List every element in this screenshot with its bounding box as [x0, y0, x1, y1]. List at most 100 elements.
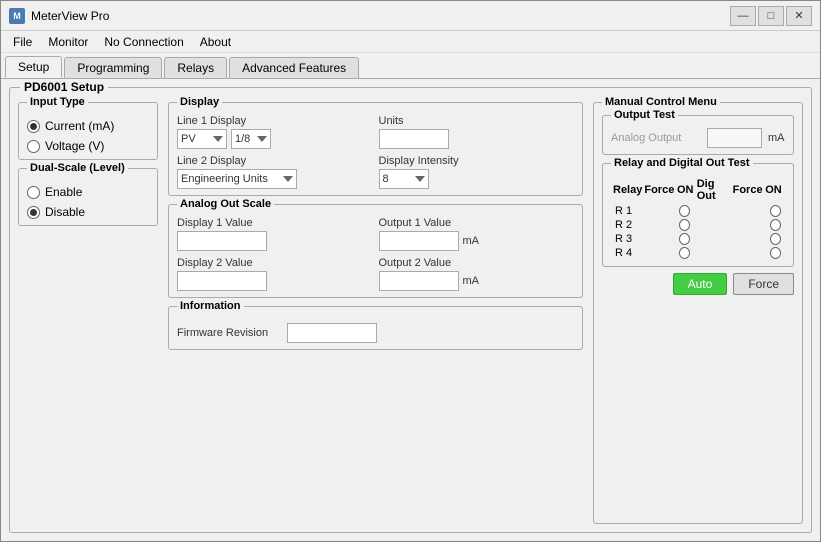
analog-output-unit: mA	[768, 132, 785, 144]
input-current-radio[interactable]	[27, 120, 40, 133]
firmware-label: Firmware Revision	[177, 327, 277, 339]
dual-scale-enable-option[interactable]: Enable	[27, 185, 149, 199]
maximize-button[interactable]: □	[758, 6, 784, 26]
relay-r1-on-radio[interactable]	[679, 205, 690, 217]
analog-scale-grid: Display 1 Value 4.0.0 Output 1 Value 4.0…	[177, 217, 574, 291]
dual-scale-disable-radio[interactable]	[27, 206, 40, 219]
intensity-group: Display Intensity 81234567	[379, 155, 575, 189]
relay-r3-on-radio[interactable]	[679, 233, 690, 245]
minimize-button[interactable]: —	[730, 6, 756, 26]
relay-row-1: R 1	[611, 204, 785, 218]
tab-bar: Setup Programming Relays Advanced Featur…	[1, 53, 820, 79]
display2-label: Display 2 Value	[177, 257, 373, 269]
units-text-input[interactable]: LEVEL	[379, 129, 449, 149]
input-type-options: Current (mA) Voltage (V)	[27, 115, 149, 153]
content-area: PD6001 Setup Input Type Current (mA)	[1, 79, 820, 541]
menu-about[interactable]: About	[192, 33, 239, 51]
relay-header: Relay Force ON Dig Out Force ON	[611, 176, 785, 204]
pd6001-setup-group: PD6001 Setup Input Type Current (mA)	[9, 87, 812, 533]
manual-control-fieldset: Manual Control Menu Output Test Analog O…	[593, 102, 803, 524]
left-panel: Input Type Current (mA) Voltage (V)	[18, 102, 158, 524]
display1-input[interactable]: 4.0.0	[177, 231, 267, 251]
relay-r4-on-radio[interactable]	[679, 247, 690, 259]
tab-advanced-features[interactable]: Advanced Features	[229, 57, 359, 78]
input-voltage-radio[interactable]	[27, 140, 40, 153]
window-controls: — □ ✕	[730, 6, 812, 26]
line1-display-label: Line 1 Display	[177, 115, 373, 127]
analog-output-row: Analog Output 4.000 mA	[611, 128, 785, 148]
relay-row-2: R 2	[611, 218, 785, 232]
tab-setup[interactable]: Setup	[5, 56, 62, 78]
main-layout: Input Type Current (mA) Voltage (V)	[18, 102, 803, 524]
display-fieldset: Display Line 1 Display PVSVDEV 1/81/41/2…	[168, 102, 583, 196]
display1-label: Display 1 Value	[177, 217, 373, 229]
output1-input[interactable]: 4.000	[379, 231, 459, 251]
auto-button[interactable]: Auto	[673, 273, 728, 295]
output2-unit: mA	[463, 275, 480, 287]
display2-group: Display 2 Value 20.0.0	[177, 257, 373, 291]
relay-r4-label: R 4	[615, 247, 642, 259]
line1-display-group: Line 1 Display PVSVDEV 1/81/41/21	[177, 115, 373, 149]
dual-scale-disable-label: Disable	[45, 205, 85, 219]
menu-file[interactable]: File	[5, 33, 40, 51]
dig-r3-on-radio[interactable]	[770, 233, 781, 245]
line2-display-select[interactable]: Engineering UnitsPercentNone	[177, 169, 297, 189]
output1-group: Output 1 Value 4.000 mA	[379, 217, 575, 251]
relay-r2-label: R 2	[615, 219, 642, 231]
right-panel: Manual Control Menu Output Test Analog O…	[593, 102, 803, 524]
dig-r4-on-radio[interactable]	[770, 247, 781, 259]
dual-scale-fieldset: Dual-Scale (Level) Enable Disable	[18, 168, 158, 226]
line2-display-label: Line 2 Display	[177, 155, 373, 167]
tab-relays[interactable]: Relays	[164, 57, 227, 78]
units-group: Units LEVEL	[379, 115, 575, 149]
relay-r1-label: R 1	[615, 205, 642, 217]
dig-r2-on-radio[interactable]	[770, 219, 781, 231]
output2-input[interactable]: 20.000	[379, 271, 459, 291]
line1-input-row: PVSVDEV 1/81/41/21	[177, 129, 373, 149]
input-voltage-label: Voltage (V)	[45, 139, 104, 153]
bottom-buttons: Auto Force	[602, 273, 794, 295]
relay-r2-on-radio[interactable]	[679, 219, 690, 231]
display-legend: Display	[177, 96, 222, 108]
firmware-row: Firmware Revision 3.212	[177, 319, 574, 343]
pd6001-setup-label: PD6001 Setup	[20, 80, 108, 94]
dig-r1-on-radio[interactable]	[770, 205, 781, 217]
display-grid: Line 1 Display PVSVDEV 1/81/41/21	[177, 115, 574, 189]
input-voltage-option[interactable]: Voltage (V)	[27, 139, 149, 153]
relay-col-header: Relay	[613, 184, 642, 196]
close-button[interactable]: ✕	[786, 6, 812, 26]
line2-display-group: Line 2 Display Engineering UnitsPercentN…	[177, 155, 373, 189]
output1-label: Output 1 Value	[379, 217, 575, 229]
relay-row-3: R 3	[611, 232, 785, 246]
intensity-label: Display Intensity	[379, 155, 575, 167]
analog-output-input[interactable]: 4.000	[707, 128, 762, 148]
menu-bar: File Monitor No Connection About	[1, 31, 820, 53]
output-test-legend: Output Test	[611, 109, 678, 121]
relay-dig-out-legend: Relay and Digital Out Test	[611, 157, 753, 169]
output2-label: Output 2 Value	[379, 257, 575, 269]
dual-scale-enable-radio[interactable]	[27, 186, 40, 199]
intensity-select[interactable]: 81234567	[379, 169, 429, 189]
menu-monitor[interactable]: Monitor	[40, 33, 96, 51]
dual-scale-disable-option[interactable]: Disable	[27, 205, 149, 219]
relay-dig-out-fieldset: Relay and Digital Out Test Relay Force O…	[602, 163, 794, 267]
main-window: M MeterView Pro — □ ✕ File Monitor No Co…	[0, 0, 821, 542]
manual-control-legend: Manual Control Menu	[602, 96, 720, 108]
analog-out-scale-fieldset: Analog Out Scale Display 1 Value 4.0.0 O…	[168, 204, 583, 298]
window-title: MeterView Pro	[31, 9, 730, 23]
force-button[interactable]: Force	[733, 273, 794, 295]
analog-out-scale-legend: Analog Out Scale	[177, 198, 274, 210]
on-col-header: ON	[677, 184, 695, 196]
input-current-option[interactable]: Current (mA)	[27, 119, 149, 133]
output1-unit: mA	[463, 235, 480, 247]
dual-scale-enable-label: Enable	[45, 185, 82, 199]
output2-row: 20.000 mA	[379, 271, 575, 291]
units-select[interactable]: 1/81/41/21	[231, 129, 271, 149]
firmware-input[interactable]: 3.212	[287, 323, 377, 343]
display2-input[interactable]: 20.0.0	[177, 271, 267, 291]
information-fieldset: Information Firmware Revision 3.212	[168, 306, 583, 350]
tab-programming[interactable]: Programming	[64, 57, 162, 78]
menu-no-connection[interactable]: No Connection	[96, 33, 191, 51]
input-type-legend: Input Type	[27, 96, 88, 108]
line1-display-select[interactable]: PVSVDEV	[177, 129, 227, 149]
